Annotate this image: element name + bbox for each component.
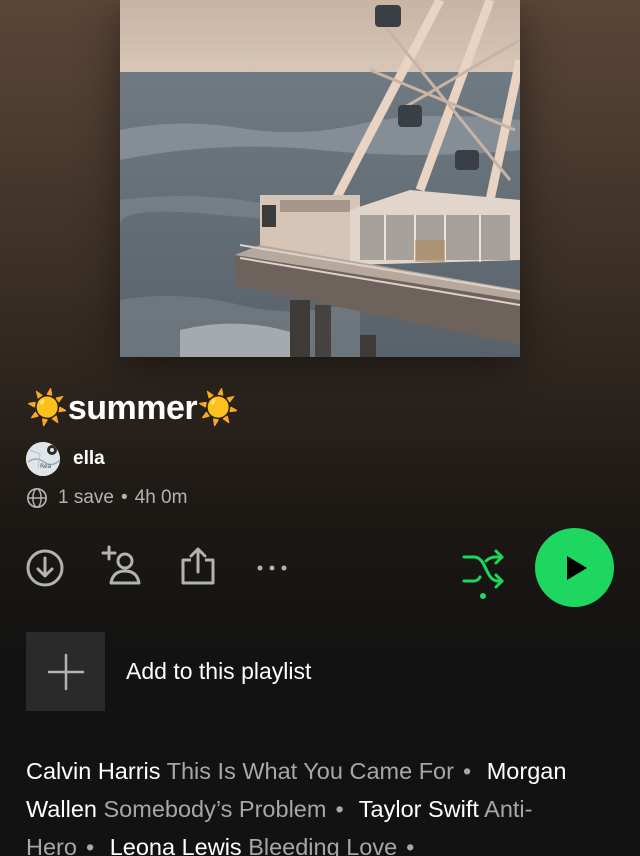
- owner-avatar[interactable]: Rea: [26, 442, 60, 476]
- artist-name[interactable]: Calvin Harris: [26, 758, 161, 784]
- cover-photo: [120, 0, 520, 357]
- add-collaborator-button[interactable]: [100, 545, 144, 589]
- plus-icon: [47, 653, 84, 690]
- avatar-text: Rea: [40, 463, 52, 470]
- featured-separator: •: [406, 834, 415, 856]
- add-user-icon: [101, 545, 141, 585]
- add-to-playlist-button[interactable]: [26, 632, 105, 711]
- play-button[interactable]: [535, 528, 614, 607]
- more-icon: [257, 565, 287, 571]
- featured-artists-list: Calvin Harris This Is What You Came For •…: [26, 752, 596, 856]
- owner-row[interactable]: Rea ella: [26, 442, 105, 476]
- song-title[interactable]: Bleeding Love: [248, 834, 397, 856]
- featured-separator: •: [335, 796, 344, 822]
- artist-name[interactable]: Taylor Swift: [359, 796, 479, 822]
- download-icon: [26, 549, 64, 587]
- song-title[interactable]: This Is What You Came For: [167, 758, 454, 784]
- globe-icon: [27, 488, 47, 508]
- featured-separator: •: [85, 834, 95, 856]
- featured-item[interactable]: Calvin Harris This Is What You Came For: [26, 758, 454, 784]
- save-count: 1 save: [58, 487, 114, 508]
- shuffle-icon: [462, 549, 504, 599]
- download-button[interactable]: [24, 547, 66, 589]
- playlist-title: ☀️summer☀️: [26, 389, 239, 427]
- song-title[interactable]: Somebody’s Problem: [104, 796, 327, 822]
- playlist-duration: 4h 0m: [134, 487, 188, 508]
- share-button[interactable]: [178, 545, 218, 589]
- featured-separator: •: [462, 758, 472, 784]
- play-icon: [566, 555, 587, 580]
- owner-name[interactable]: ella: [73, 448, 105, 470]
- more-options-button[interactable]: [254, 556, 290, 580]
- avatar-map-icon: Rea: [26, 442, 60, 476]
- meta-separator: •: [120, 487, 128, 508]
- add-to-playlist-row[interactable]: Add to this playlist: [26, 632, 311, 711]
- playlist-meta: 1 save • 4h 0m: [26, 487, 187, 509]
- playlist-cover-image: [120, 0, 520, 357]
- artist-name[interactable]: Leona Lewis: [110, 834, 242, 856]
- share-icon: [181, 547, 215, 585]
- featured-item[interactable]: Leona Lewis Bleeding Love: [110, 834, 397, 856]
- shuffle-button[interactable]: [460, 545, 506, 601]
- add-to-playlist-label[interactable]: Add to this playlist: [126, 658, 311, 685]
